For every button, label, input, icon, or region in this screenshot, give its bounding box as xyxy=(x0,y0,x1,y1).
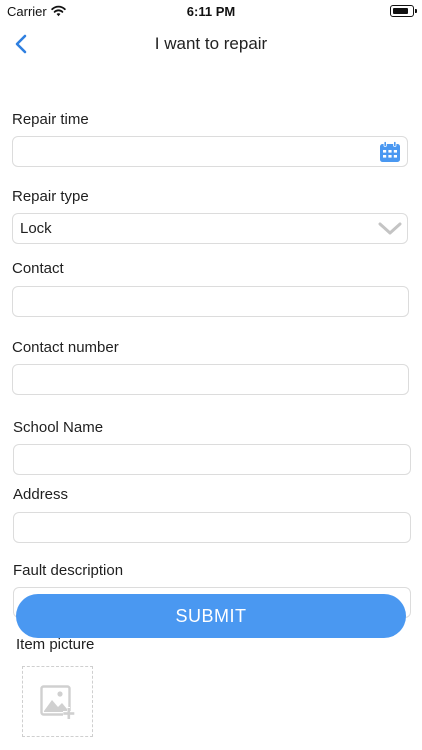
chevron-down-icon[interactable] xyxy=(378,220,402,243)
contact-number-label: Contact number xyxy=(12,339,119,356)
school-name-field[interactable] xyxy=(13,444,411,475)
calendar-icon[interactable] xyxy=(379,141,401,168)
add-image-icon xyxy=(40,685,78,726)
repair-type-value: Lock xyxy=(20,220,52,237)
repair-time-input[interactable] xyxy=(13,137,407,166)
repair-type-select[interactable]: Lock xyxy=(12,213,408,244)
page-title: I want to repair xyxy=(154,34,268,53)
clock: 6:11 PM xyxy=(186,4,236,19)
contact-number-field[interactable] xyxy=(12,364,409,395)
school-name-input[interactable] xyxy=(14,445,410,474)
repair-time-label: Repair time xyxy=(12,111,89,128)
address-input[interactable] xyxy=(14,513,410,542)
repair-type-label: Repair type xyxy=(12,188,89,205)
address-field[interactable] xyxy=(13,512,411,543)
contact-number-input[interactable] xyxy=(13,365,408,394)
contact-label: Contact xyxy=(12,260,64,277)
item-picture-label: Item picture xyxy=(16,636,95,653)
school-name-label: School Name xyxy=(13,419,104,436)
battery-icon xyxy=(390,5,417,17)
battery-fill xyxy=(393,8,408,14)
status-bar: Carrier 6:11 PM xyxy=(0,0,422,22)
contact-field[interactable] xyxy=(12,286,409,317)
nav-bar: I want to repair xyxy=(0,22,422,66)
add-image-button[interactable] xyxy=(22,666,93,737)
fault-description-label: Fault description xyxy=(13,562,124,579)
repair-time-field[interactable] xyxy=(12,136,408,167)
submit-button[interactable]: SUBMIT xyxy=(16,594,406,638)
contact-input[interactable] xyxy=(13,287,408,316)
address-label: Address xyxy=(13,486,69,503)
